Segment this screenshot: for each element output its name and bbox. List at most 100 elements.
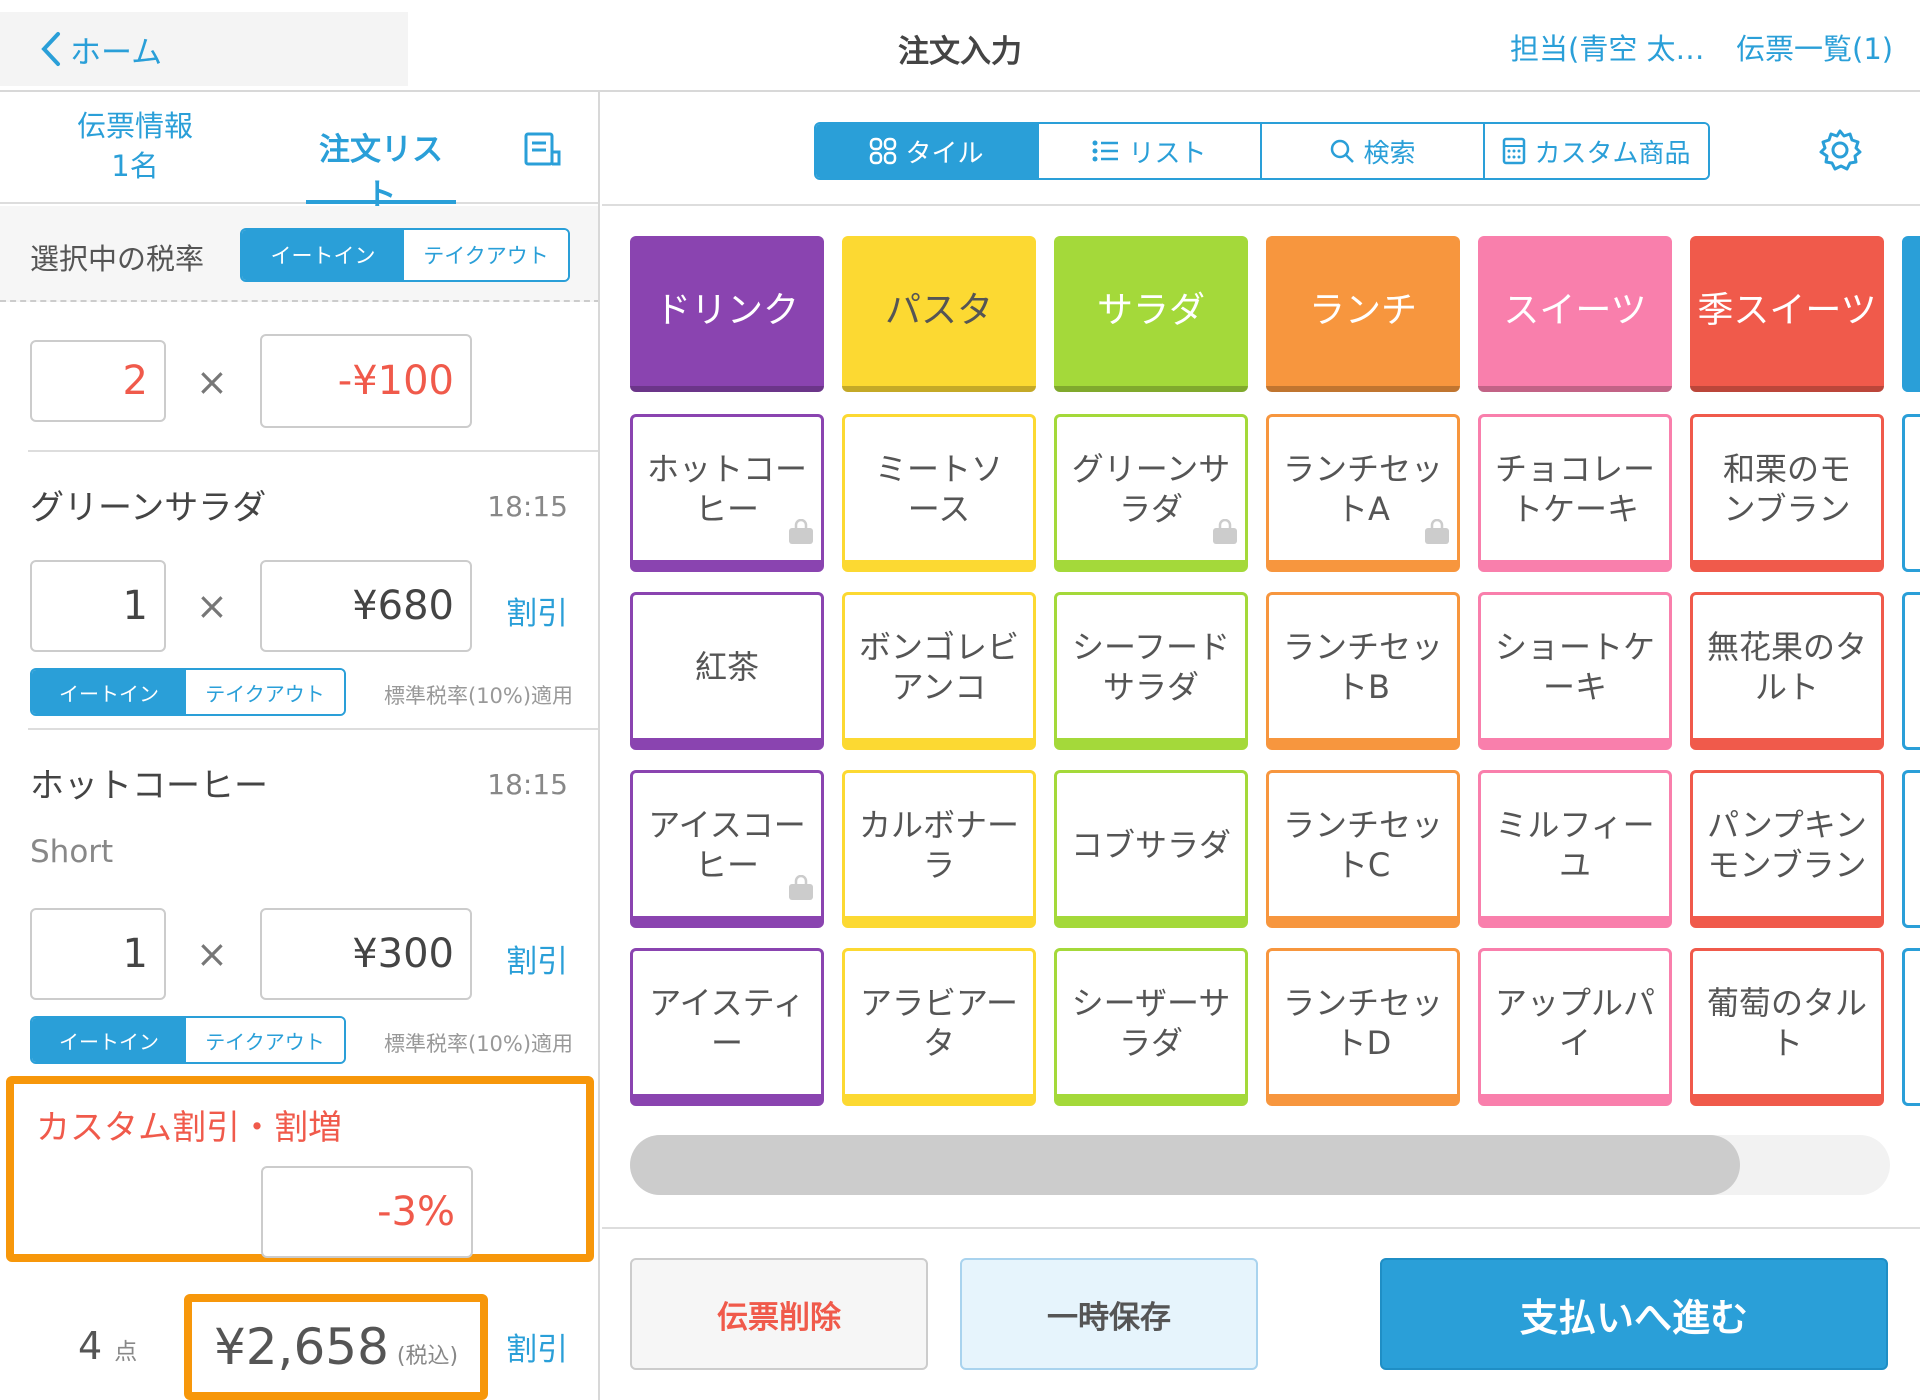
horizontal-scrollbar[interactable] bbox=[630, 1135, 1890, 1195]
app-header: ホーム 注文入力 担当(青空 太… 伝票一覧(1) bbox=[0, 0, 1920, 92]
order-panel: 伝票情報 1名 注文リスト 選択中の税率 イートイン テイクアウト 2 × -¥1… bbox=[0, 92, 600, 1400]
item-price-field[interactable]: ¥680 bbox=[260, 560, 472, 652]
product-tile-label: ボンゴレビアンコ bbox=[859, 627, 1020, 706]
product-tile-label: シーザーサラダ bbox=[1071, 983, 1231, 1062]
product-tile[interactable]: チョコレートケーキ bbox=[1478, 414, 1672, 572]
tab-custom-product-label: カスタム商品 bbox=[1534, 138, 1691, 169]
takeout-bag-icon bbox=[1423, 514, 1451, 554]
receipt-icon[interactable] bbox=[524, 132, 562, 168]
tab-list[interactable]: リスト bbox=[1039, 124, 1262, 178]
product-tile[interactable] bbox=[1902, 948, 1920, 1106]
tax-take-out-option[interactable]: テイクアウト bbox=[404, 230, 568, 280]
item-name: ホットコーヒー bbox=[30, 766, 268, 806]
item-count-unit: 点 bbox=[114, 1339, 138, 1365]
category-tile[interactable]: ドリンク bbox=[630, 236, 824, 392]
product-tile[interactable]: パンプキンモンブラン bbox=[1690, 770, 1884, 928]
product-tile-label: 葡萄のタルト bbox=[1707, 983, 1868, 1062]
item-count-value: 4 bbox=[78, 1324, 103, 1368]
product-tile[interactable]: ボンゴレビアンコ bbox=[842, 592, 1036, 750]
delete-slip-button[interactable]: 伝票削除 bbox=[630, 1258, 928, 1370]
slip-list-button[interactable]: 伝票一覧(1) bbox=[1736, 26, 1893, 68]
product-tile[interactable] bbox=[1902, 770, 1920, 928]
product-panel: タイル リスト 検索 カスタム商品 ドリンク パスタ サラダ ランチ スイーツ 季スイーツ… bbox=[602, 92, 1920, 1400]
product-tile[interactable] bbox=[1902, 592, 1920, 750]
divider bbox=[28, 728, 598, 730]
category-tile[interactable]: 季スイーツ bbox=[1690, 236, 1884, 392]
gear-icon[interactable] bbox=[1818, 128, 1862, 172]
total-value: ¥2,658 bbox=[213, 1318, 389, 1376]
tax-rate-label: 選択中の税率 bbox=[30, 242, 205, 276]
tab-search[interactable]: 検索 bbox=[1262, 124, 1485, 178]
takeout-bag-icon bbox=[1211, 514, 1239, 554]
product-tile[interactable]: シーフードサラダ bbox=[1054, 592, 1248, 750]
scrollbar-thumb[interactable] bbox=[630, 1135, 1740, 1195]
item-tax-toggle: イートイン テイクアウト bbox=[30, 1016, 346, 1064]
product-tile-label: ランチセットD bbox=[1283, 983, 1444, 1062]
product-tile-label: ミルフィーユ bbox=[1495, 805, 1655, 884]
product-tile[interactable]: アイスコーヒー bbox=[630, 770, 824, 928]
tab-slip-info[interactable]: 伝票情報 1名 bbox=[60, 106, 210, 186]
product-tile[interactable]: ショートケーキ bbox=[1478, 592, 1672, 750]
divider bbox=[602, 1227, 1920, 1229]
item-eat-in-option[interactable]: イートイン bbox=[32, 670, 186, 714]
category-tile[interactable]: サラダ bbox=[1054, 236, 1248, 392]
item-qty-field[interactable]: 1 bbox=[30, 560, 166, 652]
product-tile-label: アップルパイ bbox=[1495, 983, 1656, 1062]
product-tile[interactable]: アイスティー bbox=[630, 948, 824, 1106]
takeout-bag-icon bbox=[787, 514, 815, 554]
product-tile[interactable]: 無花果のタルト bbox=[1690, 592, 1884, 750]
tax-eat-in-option[interactable]: イートイン bbox=[242, 230, 404, 280]
category-tile[interactable]: パスタ bbox=[842, 236, 1036, 392]
tab-custom-product[interactable]: カスタム商品 bbox=[1485, 124, 1708, 178]
item-discount-button[interactable]: 割引 bbox=[506, 936, 568, 981]
item-time: 18:15 bbox=[487, 768, 568, 801]
tax-rate-row: 選択中の税率 イートイン テイクアウト bbox=[0, 206, 598, 302]
product-tile[interactable]: アラビアータ bbox=[842, 948, 1036, 1106]
total-discount-button[interactable]: 割引 bbox=[506, 1324, 568, 1369]
multiply-sign: × bbox=[196, 584, 228, 628]
product-tile-label: アラビアータ bbox=[859, 983, 1019, 1062]
category-tile[interactable]: ランチ bbox=[1266, 236, 1460, 392]
hold-button[interactable]: 一時保存 bbox=[960, 1258, 1258, 1370]
tax-note: 標準税率(10%)適用 bbox=[384, 1032, 574, 1056]
proceed-to-payment-button[interactable]: 支払いへ進む bbox=[1380, 1258, 1888, 1370]
product-tile[interactable]: ミルフィーユ bbox=[1478, 770, 1672, 928]
product-tile[interactable]: コブサラダ bbox=[1054, 770, 1248, 928]
multiply-sign: × bbox=[196, 932, 228, 976]
product-tile[interactable]: ランチセットA bbox=[1266, 414, 1460, 572]
product-tile[interactable]: ランチセットB bbox=[1266, 592, 1460, 750]
product-tile[interactable]: カルボナーラ bbox=[842, 770, 1036, 928]
tab-search-label: 検索 bbox=[1363, 138, 1416, 169]
product-tile[interactable]: アップルパイ bbox=[1478, 948, 1672, 1106]
divider bbox=[28, 450, 598, 452]
product-tile[interactable]: ホットコーヒー bbox=[630, 414, 824, 572]
total-amount: ¥2,658 (税込) bbox=[184, 1294, 488, 1400]
discount-qty-field[interactable]: 2 bbox=[30, 340, 166, 422]
item-qty-field[interactable]: 1 bbox=[30, 908, 166, 1000]
item-take-out-option[interactable]: テイクアウト bbox=[186, 1018, 344, 1062]
product-tile[interactable]: シーザーサラダ bbox=[1054, 948, 1248, 1106]
item-eat-in-option[interactable]: イートイン bbox=[32, 1018, 186, 1062]
product-tile[interactable]: ランチセットD bbox=[1266, 948, 1460, 1106]
item-discount-button[interactable]: 割引 bbox=[506, 588, 568, 633]
custom-discount-section[interactable]: カスタム割引・割増 -3% bbox=[6, 1076, 594, 1262]
product-tile-label: ショートケーキ bbox=[1495, 627, 1656, 706]
custom-discount-label: カスタム割引・割増 bbox=[36, 1108, 342, 1148]
product-tile[interactable]: 和栗のモンブラン bbox=[1690, 414, 1884, 572]
product-tile-label: ランチセットB bbox=[1283, 627, 1444, 706]
tab-tile[interactable]: タイル bbox=[816, 124, 1039, 178]
staff-button[interactable]: 担当(青空 太… bbox=[1510, 26, 1705, 68]
category-tile[interactable] bbox=[1902, 236, 1920, 392]
custom-discount-field[interactable]: -3% bbox=[261, 1166, 473, 1258]
item-price-field[interactable]: ¥300 bbox=[260, 908, 472, 1000]
discount-price-field[interactable]: -¥100 bbox=[260, 334, 472, 428]
product-tile[interactable]: 葡萄のタルト bbox=[1690, 948, 1884, 1106]
product-tile[interactable]: ランチセットC bbox=[1266, 770, 1460, 928]
category-tile[interactable]: スイーツ bbox=[1478, 236, 1672, 392]
item-take-out-option[interactable]: テイクアウト bbox=[186, 670, 344, 714]
product-tile[interactable] bbox=[1902, 414, 1920, 572]
product-tile[interactable]: ミートソース bbox=[842, 414, 1036, 572]
tab-slip-info-guests: 1名 bbox=[111, 149, 159, 183]
product-tile[interactable]: 紅茶 bbox=[630, 592, 824, 750]
product-tile[interactable]: グリーンサラダ bbox=[1054, 414, 1248, 572]
